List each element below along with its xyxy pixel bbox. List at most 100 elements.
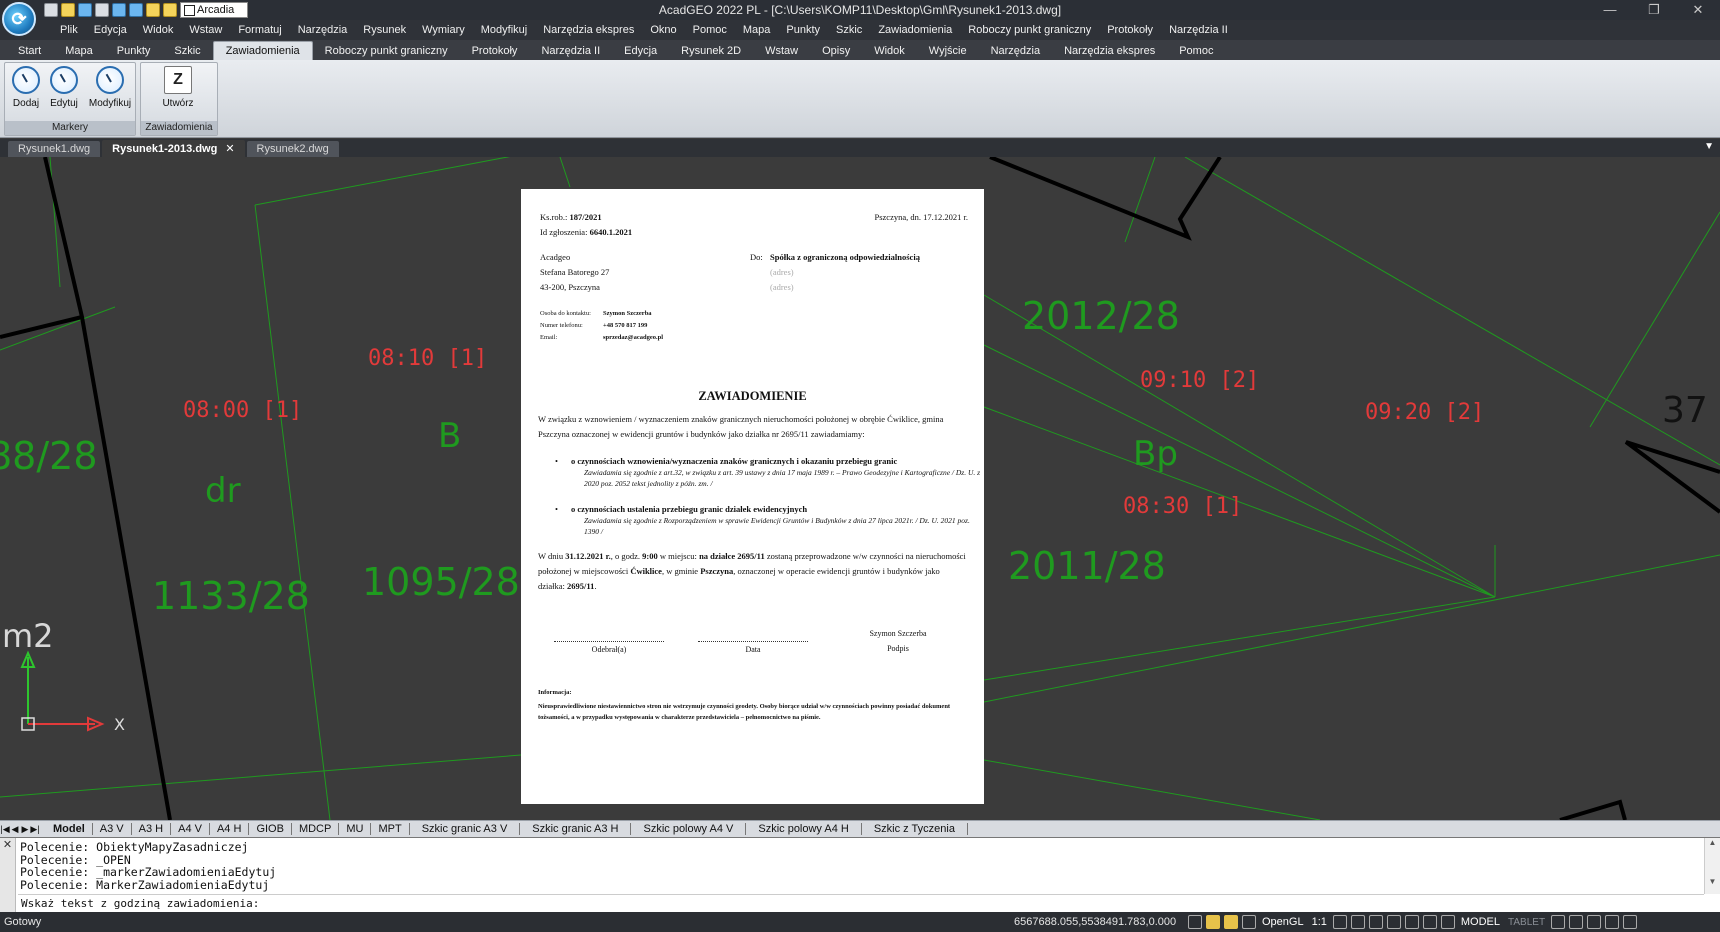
layout-tab[interactable]: A3 H — [132, 823, 172, 835]
layout-tab-model[interactable]: Model — [46, 823, 93, 835]
menu-protokoly[interactable]: Protokoły — [1099, 24, 1161, 36]
lineweight-icon[interactable] — [1350, 915, 1365, 929]
scroll-up-icon[interactable]: ▲ — [1705, 838, 1720, 847]
menu-narzedzia-ekspres[interactable]: Narzędzia ekspres — [535, 24, 642, 36]
opengl-label[interactable]: OpenGL — [1260, 916, 1306, 928]
transparency-icon[interactable] — [1368, 915, 1383, 929]
drawing-canvas[interactable]: 2012/28 2011/28 1133/28 1095/28 88/28 B … — [0, 157, 1720, 820]
menu-formatuj[interactable]: Formatuj — [230, 24, 289, 36]
phone-label: Numer telefonu: — [540, 322, 583, 329]
doc-tab-rysunek2[interactable]: Rysunek2.dwg — [246, 141, 339, 157]
model-label[interactable]: MODEL — [1459, 916, 1502, 928]
dodaj-button[interactable]: Dodaj — [7, 66, 45, 109]
tab-zawiadomienia[interactable]: Zawiadomienia — [212, 41, 313, 60]
selection-cycling-icon[interactable] — [1386, 915, 1401, 929]
last-layout-button[interactable]: ▶| — [30, 824, 40, 835]
menu-szkic[interactable]: Szkic — [828, 24, 870, 36]
layout-tab[interactable]: MU — [339, 823, 372, 835]
tab-widok[interactable]: Widok — [862, 42, 917, 60]
grid-icon[interactable] — [1206, 915, 1220, 929]
menu-rysunek[interactable]: Rysunek — [355, 24, 414, 36]
scroll-down-icon[interactable]: ▼ — [1705, 877, 1720, 886]
tab-wstaw[interactable]: Wstaw — [753, 42, 810, 60]
layout-tab[interactable]: Szkic polowy A4 V — [631, 823, 747, 835]
info-title: Informacja: — [538, 689, 572, 696]
tab-wyjscie[interactable]: Wyjście — [917, 42, 979, 60]
menu-punkty[interactable]: Punkty — [778, 24, 828, 36]
polar-icon[interactable] — [1242, 915, 1256, 929]
place-date: Pszczyna, dn. 17.12.2021 r. — [874, 212, 969, 222]
tabs-dropdown-icon[interactable]: ▼ — [1704, 141, 1714, 152]
command-close-icon[interactable]: ✕ — [0, 838, 16, 913]
doc-tab-rysunek1[interactable]: Rysunek1.dwg — [8, 141, 101, 157]
dynamic-input-icon[interactable] — [1440, 915, 1455, 929]
close-tab-icon[interactable]: ✕ — [225, 143, 234, 155]
tab-rysunek-2d[interactable]: Rysunek 2D — [669, 42, 753, 60]
tab-pomoc[interactable]: Pomoc — [1167, 42, 1225, 60]
menu-wstaw[interactable]: Wstaw — [181, 24, 230, 36]
edytuj-button[interactable]: Edytuj — [45, 66, 83, 109]
menu-pomoc[interactable]: Pomoc — [685, 24, 735, 36]
next-layout-button[interactable]: ▶ — [20, 824, 30, 835]
menu-modyfikuj[interactable]: Modyfikuj — [473, 24, 535, 36]
menu-roboczy-punkt[interactable]: Roboczy punkt graniczny — [960, 24, 1099, 36]
tablet-label[interactable]: TABLET — [1506, 917, 1547, 928]
layout-tab[interactable]: Szkic z Tyczenia — [862, 823, 968, 835]
restore-button[interactable]: ❐ — [1632, 0, 1676, 20]
tab-punkty[interactable]: Punkty — [105, 42, 163, 60]
notice-hour[interactable]: 9:00 — [642, 551, 658, 561]
menu-wymiary[interactable]: Wymiary — [414, 24, 473, 36]
snap-icon[interactable] — [1188, 915, 1202, 929]
clean-screen-icon[interactable] — [1587, 915, 1602, 929]
osnap-icon[interactable] — [1404, 915, 1419, 929]
settings-gear-icon[interactable] — [1551, 915, 1566, 929]
coordinates-readout[interactable]: 6567688.055,5538491.783,0.000 — [1014, 916, 1176, 928]
tab-narzedzia-ii[interactable]: Narzędzia II — [529, 42, 612, 60]
tab-edycja[interactable]: Edycja — [612, 42, 669, 60]
utworz-button[interactable]: Z Utwórz — [159, 66, 197, 109]
layout-tab[interactable]: Szkic polowy A4 H — [746, 823, 862, 835]
minimize-button[interactable]: — — [1588, 0, 1632, 20]
layout-tab[interactable]: MPT — [371, 823, 410, 835]
notice-document[interactable]: Ks.rob.: 187/2021 Id zgłoszenia: 6640.1.… — [521, 189, 984, 804]
menu-narzedzia[interactable]: Narzędzia — [290, 24, 356, 36]
first-layout-button[interactable]: |◀ — [0, 824, 10, 835]
tab-narzedzia-ekspres[interactable]: Narzędzia ekspres — [1052, 42, 1167, 60]
layout-tab[interactable]: A4 V — [171, 823, 210, 835]
otrack-icon[interactable] — [1422, 915, 1437, 929]
modyfikuj-button[interactable]: Modyfikuj — [87, 66, 133, 109]
annotation-icon[interactable] — [1332, 915, 1347, 929]
status-ok-icon[interactable] — [1623, 915, 1638, 929]
layout-tab[interactable]: Szkic granic A3 V — [410, 823, 521, 835]
scale-label[interactable]: 1:1 — [1310, 916, 1329, 928]
layout-tab[interactable]: A3 V — [93, 823, 132, 835]
app-menu-button[interactable]: ⟳ — [2, 2, 36, 36]
tab-opisy[interactable]: Opisy — [810, 42, 862, 60]
layout-tab[interactable]: GIOB — [249, 823, 292, 835]
menu-okno[interactable]: Okno — [642, 24, 684, 36]
menu-mapa[interactable]: Mapa — [735, 24, 779, 36]
lock-icon[interactable] — [1569, 915, 1584, 929]
menu-edycja[interactable]: Edycja — [86, 24, 135, 36]
tab-narzedzia[interactable]: Narzędzia — [979, 42, 1053, 60]
command-input[interactable]: Wskaż tekst z godziną zawiadomienia: — [18, 894, 1704, 911]
command-scrollbar[interactable]: ▲ ▼ — [1704, 838, 1720, 894]
tab-mapa[interactable]: Mapa — [53, 42, 105, 60]
layout-tab[interactable]: Szkic granic A3 H — [520, 823, 632, 835]
tab-start[interactable]: Start — [6, 42, 53, 60]
menu-narzedzia-ii[interactable]: Narzędzia II — [1161, 24, 1236, 36]
ortho-icon[interactable] — [1224, 915, 1238, 929]
doc-tab-rysunek1-2013[interactable]: Rysunek1-2013.dwg ✕ — [102, 140, 245, 157]
layout-tab[interactable]: A4 H — [210, 823, 250, 835]
menu-widok[interactable]: Widok — [135, 24, 182, 36]
workspace-icon[interactable] — [1605, 915, 1620, 929]
close-window-button[interactable]: ✕ — [1676, 0, 1720, 20]
menu-zawiadomienia[interactable]: Zawiadomienia — [870, 24, 960, 36]
tab-protokoly[interactable]: Protokoły — [460, 42, 530, 60]
parcel-label: 2012/28 — [1022, 294, 1180, 338]
prev-layout-button[interactable]: ◀ — [10, 824, 20, 835]
tab-szkic[interactable]: Szkic — [162, 42, 212, 60]
tab-roboczy-punkt[interactable]: Roboczy punkt graniczny — [313, 42, 460, 60]
layout-tab[interactable]: MDCP — [292, 823, 340, 835]
menu-plik[interactable]: Plik — [52, 24, 86, 36]
